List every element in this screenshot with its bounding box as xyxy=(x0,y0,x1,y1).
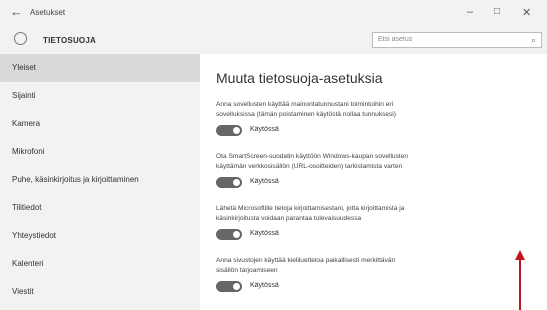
sidebar-item-sijainti[interactable]: Sijainti xyxy=(0,82,200,110)
sidebar-item-mikrofoni[interactable]: Mikrofoni xyxy=(0,138,200,166)
minimize-button[interactable]: – xyxy=(467,6,473,18)
toggle-state-label: Käytössä xyxy=(250,230,279,237)
toggle-state-label: Käytössä xyxy=(250,178,279,185)
setting-description-line: sovelluksissa (tämän poistaminen käytöst… xyxy=(216,111,396,118)
page-title: TIETOSUOJA xyxy=(43,36,96,45)
main-content: Muuta tietosuoja-asetuksia Anna sovellus… xyxy=(200,54,547,310)
toggle-knob xyxy=(233,179,240,186)
setting-advertising-id: Anna sovellusten käyttää mainontatunnust… xyxy=(216,100,516,138)
title-bar: ← Asetukset – □ ✕ xyxy=(0,0,547,26)
settings-header: TIETOSUOJA Etsi asetus ⌕ xyxy=(0,26,547,54)
toggle-knob xyxy=(233,127,240,134)
toggle-knob xyxy=(233,283,240,290)
setting-description-line: Ota SmartScreen-suodatin käyttöön Window… xyxy=(216,153,409,160)
back-arrow-icon[interactable]: ← xyxy=(10,4,23,19)
setting-description-line: käyttämän verkkosisällön (URL-osoitteide… xyxy=(216,163,403,170)
maximize-button[interactable]: □ xyxy=(494,6,500,17)
toggle-state-label: Käytössä xyxy=(250,126,279,133)
setting-smartscreen: Ota SmartScreen-suodatin käyttöön Window… xyxy=(216,152,516,190)
section-heading: Muuta tietosuoja-asetuksia xyxy=(216,70,383,86)
search-input[interactable]: Etsi asetus ⌕ xyxy=(372,32,542,48)
sidebar-item-yleiset[interactable]: Yleiset xyxy=(0,54,200,82)
sidebar-item-tilitiedot[interactable]: Tilitiedot xyxy=(0,194,200,222)
search-icon[interactable]: ⌕ xyxy=(531,35,536,46)
toggle-knob xyxy=(233,231,240,238)
toggle-state-label: Käytössä xyxy=(250,282,279,289)
sidebar: Yleiset Sijainti Kamera Mikrofoni Puhe, … xyxy=(0,54,200,310)
setting-description-line: Anna sivustojen käyttää kieliluetteloa p… xyxy=(216,257,396,264)
language-list-toggle[interactable] xyxy=(216,281,242,292)
setting-typing-info: Lähetä Microsoftille tietoja kirjoittami… xyxy=(216,204,516,242)
close-button[interactable]: ✕ xyxy=(522,6,531,19)
setting-description-line: Anna sovellusten käyttää mainontatunnust… xyxy=(216,101,394,108)
sidebar-item-kalenteri[interactable]: Kalenteri xyxy=(0,250,200,278)
sidebar-item-yhteystiedot[interactable]: Yhteystiedot xyxy=(0,222,200,250)
annotation-arrow xyxy=(519,259,521,310)
app-title: Asetukset xyxy=(30,8,66,17)
setting-description-line: Lähetä Microsoftille tietoja kirjoittami… xyxy=(216,205,405,212)
search-placeholder: Etsi asetus xyxy=(378,36,413,43)
typing-info-toggle[interactable] xyxy=(216,229,242,240)
sidebar-item-kamera[interactable]: Kamera xyxy=(0,110,200,138)
setting-language-list: Anna sivustojen käyttää kieliluetteloa p… xyxy=(216,256,516,294)
setting-description-line: sisällön tarjoamiseen xyxy=(216,267,278,274)
sidebar-item-puhe[interactable]: Puhe, käsinkirjoitus ja kirjoittaminen xyxy=(0,166,200,194)
sidebar-item-viestit[interactable]: Viestit xyxy=(0,278,200,306)
gear-icon xyxy=(14,32,27,45)
setting-description-line: käsinkirjoitusta voidaan parantaa tuleva… xyxy=(216,215,362,222)
advertising-id-toggle[interactable] xyxy=(216,125,242,136)
smartscreen-toggle[interactable] xyxy=(216,177,242,188)
